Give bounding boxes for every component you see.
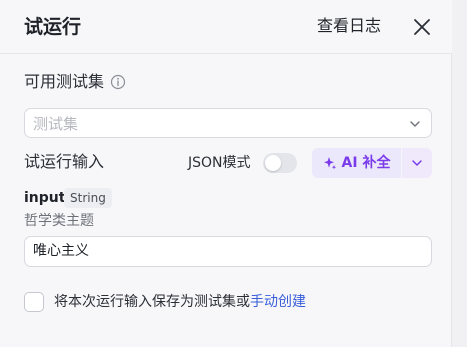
ai-complete-label: AI 补全 [341, 155, 391, 171]
scrollbar[interactable] [452, 0, 467, 347]
json-mode-label: JSON模式 [188, 155, 251, 171]
json-mode-toggle[interactable] [263, 153, 297, 173]
field-name: input [24, 190, 66, 206]
ai-complete-dropdown[interactable] [402, 148, 432, 178]
ai-complete-button[interactable]: AI 补全 [312, 148, 401, 178]
field-description: 哲学类主题 [24, 213, 94, 229]
save-testset-row: 将本次运行输入保存为测试集或 手动创建 [24, 292, 306, 312]
view-log-link[interactable]: 查看日志 [317, 15, 381, 37]
chevron-down-icon [412, 160, 422, 166]
testset-label: 可用测试集 [24, 72, 105, 91]
close-icon [414, 19, 430, 35]
panel-title: 试运行 [24, 16, 82, 38]
manual-create-link[interactable]: 手动创建 [250, 292, 306, 312]
close-button[interactable] [409, 14, 435, 40]
panel-header: 试运行 查看日志 [0, 0, 452, 54]
testset-select[interactable]: 测试集 [24, 108, 432, 138]
sparkle-icon [323, 157, 336, 170]
info-icon[interactable] [110, 74, 126, 90]
testset-label-row: 可用测试集 [24, 71, 126, 93]
save-testset-checkbox[interactable] [24, 292, 44, 312]
save-testset-text: 将本次运行输入保存为测试集或 [54, 294, 250, 310]
field-type-badge: String [64, 188, 112, 208]
toggle-knob [265, 155, 281, 171]
testset-select-placeholder: 测试集 [33, 115, 79, 133]
run-input-label: 试运行输入 [24, 152, 105, 171]
test-run-panel: 试运行 查看日志 可用测试集 测试集 试运行输入 JSON模式 AI 补全 in… [0, 0, 452, 347]
input-value-field[interactable]: 唯心主义 [24, 236, 432, 267]
chevron-down-icon [410, 121, 420, 127]
